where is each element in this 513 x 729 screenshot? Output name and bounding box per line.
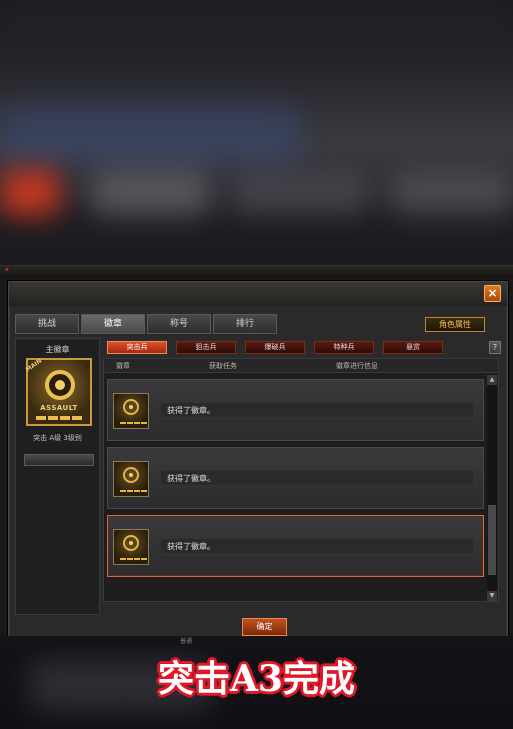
row-info-box: 获得了徽章。 (160, 470, 474, 486)
badge-row-selected[interactable]: 获得了徽章。 (107, 515, 484, 577)
scroll-thumb[interactable] (488, 505, 496, 575)
main-badge-panel: 主徽章 MAIN ASSAULT 突击 A级 3级别 (15, 338, 100, 615)
blurred-top-strip (0, 0, 513, 40)
badge-list-panel: 徽章 获取任务 徽章进行信息 获得了徽章。 获得了徽章。 获得了徽章。 ▲ ▼ (103, 358, 499, 602)
scroll-down-icon[interactable]: ▼ (487, 591, 497, 601)
column-task: 获取任务 (209, 362, 237, 370)
badge-word: ASSAULT (40, 404, 78, 412)
tab-challenge[interactable]: 挑战 (15, 314, 79, 334)
badge-level-bars (36, 416, 82, 420)
main-badge-icon: MAIN ASSAULT (24, 357, 92, 426)
list-scrollbar[interactable]: ▲ ▼ (487, 375, 497, 601)
subtab-special[interactable]: 特种兵 (314, 341, 374, 354)
blurred-block (390, 170, 513, 215)
dialog-header (9, 282, 507, 306)
game-topbar: ✦ (0, 266, 513, 278)
main-badge-title: 主徽章 (45, 345, 70, 354)
badge-level-text: 突击 A级 3级别 (33, 434, 82, 442)
blurred-red-block (0, 170, 60, 215)
main-tabs: 挑战 徽章 称号 排行 (15, 314, 277, 334)
row-info-text: 获得了徽章。 (167, 474, 215, 483)
column-progress: 徽章进行信息 (336, 362, 378, 370)
blurred-block (90, 170, 210, 215)
column-badge: 徽章 (116, 362, 130, 370)
tab-ranking[interactable]: 排行 (213, 314, 277, 334)
badge-setting-button[interactable] (24, 454, 94, 466)
character-attributes-button[interactable]: 角色属性 (425, 317, 485, 332)
badge-dialog: × 挑战 徽章 称号 排行 角色属性 主徽章 MAIN ASSAULT 突击 A… (8, 281, 508, 638)
game-window: ✦ × 挑战 徽章 称号 排行 角色属性 主徽章 MAIN ASSAULT 突击… (0, 265, 513, 646)
tab-badge[interactable]: 徽章 (81, 314, 145, 334)
row-info-text: 获得了徽章。 (167, 542, 215, 551)
assault-badge-icon (113, 461, 149, 497)
game-logo: ✦ (4, 266, 10, 274)
confirm-button[interactable]: 确定 (242, 618, 287, 636)
subtab-demolition[interactable]: 爆破兵 (245, 341, 305, 354)
tab-title[interactable]: 称号 (147, 314, 211, 334)
badge-row[interactable]: 获得了徽章。 (107, 447, 484, 509)
subtab-assault[interactable]: 突击兵 (107, 341, 167, 354)
subtab-sniper[interactable]: 狙击兵 (176, 341, 236, 354)
assault-badge-icon (113, 529, 149, 565)
bottom-bar-text: 普通 (180, 638, 193, 645)
video-caption: 突击A3完成 (158, 658, 355, 700)
badge-row[interactable]: 获得了徽章。 (107, 379, 484, 441)
subtab-bounty[interactable]: 悬赏 (383, 341, 443, 354)
close-button[interactable]: × (484, 285, 501, 302)
game-bottom-bar: 普通 (0, 636, 513, 646)
column-header: 徽章 获取任务 徽章进行信息 (104, 359, 498, 373)
scroll-up-icon[interactable]: ▲ (487, 375, 497, 385)
row-info-text: 获得了徽章。 (167, 406, 215, 415)
row-info-box: 获得了徽章。 (160, 538, 474, 554)
badge-emblem-icon (45, 370, 75, 400)
blurred-block (230, 170, 370, 215)
help-button[interactable]: ? (489, 341, 501, 354)
row-info-box: 获得了徽章。 (160, 402, 474, 418)
assault-badge-icon (113, 393, 149, 429)
main-tag-label: MAIN (24, 357, 44, 374)
blurred-banner (0, 105, 300, 165)
